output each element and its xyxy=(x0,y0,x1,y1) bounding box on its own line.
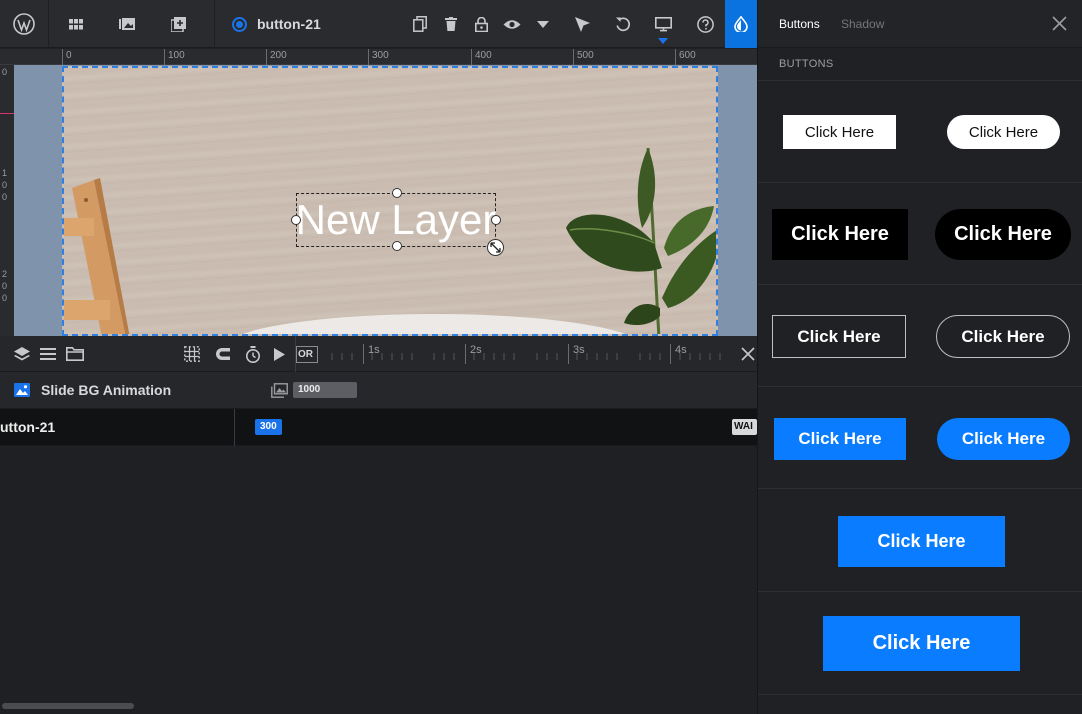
layer-start-time[interactable]: 300 xyxy=(255,419,282,435)
tab-shadow[interactable]: Shadow xyxy=(841,0,884,48)
preset-row: Click Here Click Here xyxy=(758,387,1082,489)
style-panel: Buttons Shadow BUTTONS Click Here Click … xyxy=(757,0,1082,714)
preset-button-white-square[interactable]: Click Here xyxy=(783,115,896,149)
panel-header: Buttons Shadow xyxy=(758,0,1082,48)
horizontal-ruler: 0 100 200 300 400 500 600 xyxy=(0,49,757,65)
selected-layer-indicator[interactable]: button-21 xyxy=(232,0,321,48)
preset-row: Click Here Click Here xyxy=(758,81,1082,183)
bg-media-icon[interactable] xyxy=(271,383,288,403)
magnet-icon[interactable] xyxy=(215,336,231,372)
timeline-tick: 1s xyxy=(363,344,380,364)
selected-layer-name: button-21 xyxy=(257,16,321,32)
ruler-tick: 0 xyxy=(2,67,8,77)
preset-button-blue-large[interactable]: Click Here xyxy=(823,616,1020,671)
preset-button-black-rounded[interactable]: Click Here xyxy=(935,209,1071,260)
row-label: Slide BG Animation xyxy=(41,382,172,398)
style-drop-icon[interactable] xyxy=(725,0,757,48)
preset-button-black-square[interactable]: Click Here xyxy=(772,209,908,260)
section-title: BUTTONS xyxy=(758,49,1082,81)
trash-icon[interactable] xyxy=(439,0,463,48)
library-icon[interactable] xyxy=(111,0,143,48)
ruler-tick: 0 xyxy=(2,192,8,202)
close-icon[interactable] xyxy=(1052,16,1067,36)
timeline-tick: 2s xyxy=(465,344,482,364)
ruler-tick: 1 xyxy=(2,168,8,178)
help-icon[interactable] xyxy=(693,0,717,48)
stopwatch-icon[interactable] xyxy=(245,336,261,372)
ruler-tick: 0 xyxy=(2,281,8,291)
pointer-icon[interactable] xyxy=(570,0,594,48)
undo-icon[interactable] xyxy=(611,0,635,48)
ruler-tick: 2 xyxy=(2,269,8,279)
preset-button-outline-square[interactable]: Click Here xyxy=(772,315,906,358)
ruler-tick: 0 xyxy=(2,180,8,190)
folder-icon[interactable] xyxy=(66,336,84,372)
preset-button-blue-medium[interactable]: Click Here xyxy=(838,516,1005,567)
play-icon[interactable] xyxy=(274,336,285,372)
top-toolbar: button-21 xyxy=(0,0,757,48)
ruler-tick: 600 xyxy=(675,49,696,65)
toolbar-divider xyxy=(48,0,49,48)
preset-button-white-rounded[interactable]: Click Here xyxy=(947,115,1060,149)
resize-handle[interactable] xyxy=(392,241,402,251)
scale-handle-icon[interactable] xyxy=(487,239,504,256)
ruler-tick: 100 xyxy=(164,49,185,65)
preset-row: Click Here Click Here xyxy=(758,183,1082,285)
bg-animation-duration[interactable]: 1000 xyxy=(293,382,357,398)
tab-buttons[interactable]: Buttons xyxy=(779,0,820,48)
text-layer[interactable]: New Layer xyxy=(291,188,504,256)
preset-row: Click Here xyxy=(758,489,1082,592)
preset-row: Click Here xyxy=(758,592,1082,695)
vertical-ruler: 0 1 0 0 2 0 0 xyxy=(0,65,14,336)
grid-icon[interactable] xyxy=(60,0,92,48)
wait-badge[interactable]: WAI xyxy=(732,419,757,435)
guide-marker xyxy=(0,113,14,114)
toolbar-divider xyxy=(214,0,215,48)
wordpress-icon[interactable] xyxy=(0,0,48,48)
row-divider xyxy=(234,409,235,446)
ruler-tick: 200 xyxy=(266,49,287,65)
ruler-tick: 0 xyxy=(62,49,72,65)
layer-type-icon xyxy=(232,16,247,32)
layers-icon[interactable] xyxy=(14,336,30,372)
eye-icon[interactable] xyxy=(500,0,524,48)
slider-editor: button-21 0 100 200 300 400 500 600 0 1 … xyxy=(0,0,1082,714)
timeline-scale[interactable]: 1s 2s 3s 4s xyxy=(296,336,736,372)
slide-background[interactable]: New Layer xyxy=(62,66,718,336)
plant-illustration xyxy=(566,148,716,334)
timeline-tick: 4s xyxy=(670,344,687,364)
selection-grid-icon[interactable] xyxy=(184,336,200,372)
ruler-tick: 0 xyxy=(2,293,8,303)
timeline-tick: 3s xyxy=(568,344,585,364)
resize-handle[interactable] xyxy=(491,215,501,225)
preset-button-outline-rounded[interactable]: Click Here xyxy=(936,315,1070,358)
preset-row: Click Here Click Here xyxy=(758,285,1082,387)
resize-handle[interactable] xyxy=(392,188,402,198)
device-caret-icon xyxy=(658,38,668,44)
timeline-row-layer[interactable]: utton-21 300 WAI xyxy=(0,409,757,446)
editor-canvas[interactable]: New Layer xyxy=(14,65,757,336)
resize-handle[interactable] xyxy=(291,215,301,225)
easel-illustration xyxy=(64,178,130,334)
list-icon[interactable] xyxy=(40,336,56,372)
lock-icon[interactable] xyxy=(469,0,493,48)
layer-text[interactable]: New Layer xyxy=(296,196,497,244)
ruler-tick: 500 xyxy=(573,49,594,65)
ruler-tick: 400 xyxy=(471,49,492,65)
preset-button-blue-rounded[interactable]: Click Here xyxy=(937,418,1070,460)
preset-button-blue-square[interactable]: Click Here xyxy=(774,418,906,460)
add-media-icon[interactable] xyxy=(162,0,194,48)
close-timeline-icon[interactable] xyxy=(741,336,755,372)
caret-down-icon[interactable] xyxy=(531,0,555,48)
horizontal-scrollbar[interactable] xyxy=(2,703,134,709)
ruler-tick: 300 xyxy=(368,49,389,65)
row-label: utton-21 xyxy=(0,419,56,435)
timeline-row-bg-animation[interactable]: Slide BG Animation 1000 xyxy=(0,372,757,409)
image-icon xyxy=(14,383,30,402)
duplicate-icon[interactable] xyxy=(408,0,432,48)
